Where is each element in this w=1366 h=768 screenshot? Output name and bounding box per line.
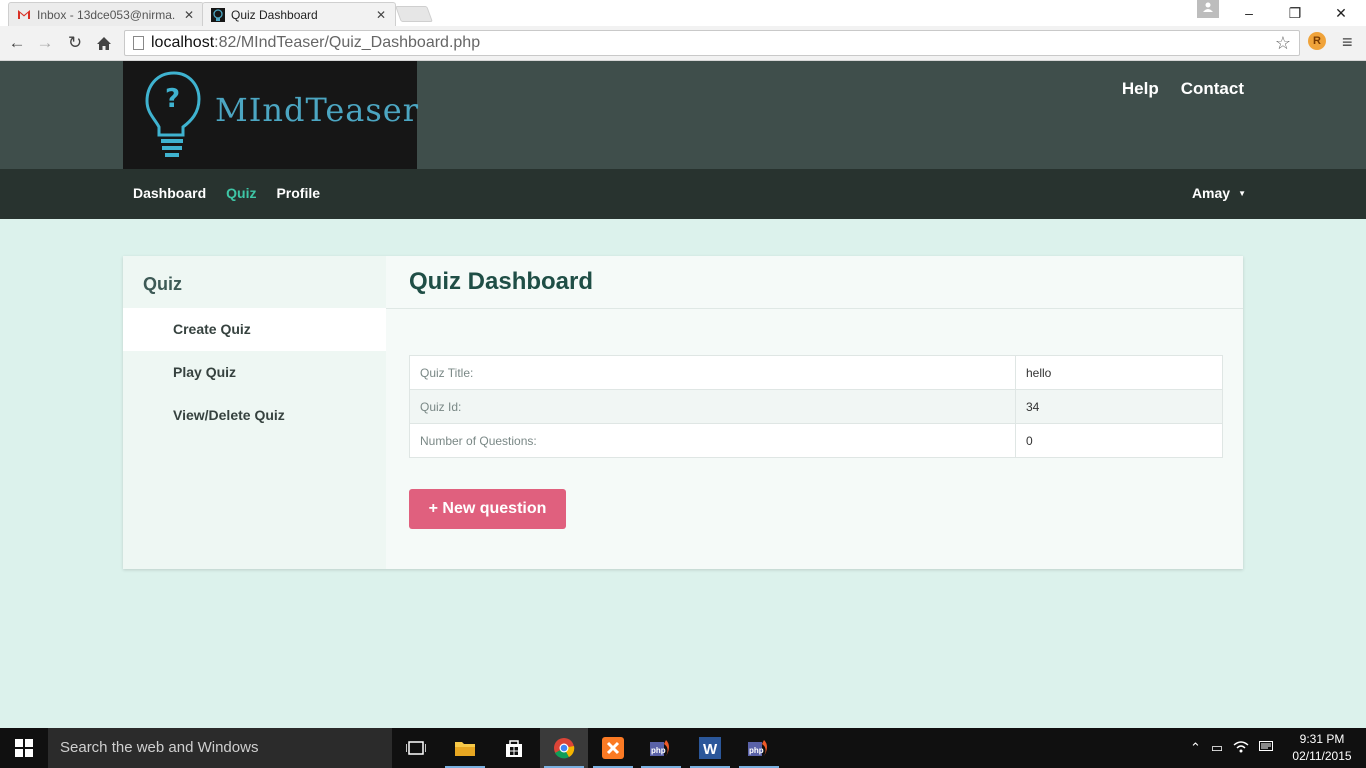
nav-quiz[interactable]: Quiz (226, 185, 256, 201)
phpstorm-icon[interactable]: php (637, 728, 685, 768)
question-count-value: 0 (1015, 423, 1223, 458)
mindteaser-favicon-icon (211, 7, 225, 22)
close-tab-icon[interactable]: ✕ (183, 8, 195, 22)
windows-logo-icon (15, 739, 33, 757)
user-menu[interactable]: Amay ▼ (1192, 185, 1246, 201)
tab-quiz-dashboard[interactable]: Quiz Dashboard ✕ (202, 2, 396, 26)
sidebar-item-create-quiz[interactable]: Create Quiz (123, 308, 386, 351)
quiz-id-value: 34 (1015, 389, 1223, 424)
site-nav: Dashboard Quiz Profile Amay ▼ (0, 169, 1366, 219)
sidebar-item-play-quiz[interactable]: Play Quiz (123, 351, 386, 394)
tab-gmail-inbox[interactable]: Inbox - 13dce053@nirma. ✕ (8, 2, 204, 26)
file-explorer-icon[interactable] (441, 728, 489, 768)
address-bar[interactable]: localhost:82/MIndTeaser/Quiz_Dashboard.p… (124, 30, 1300, 56)
quiz-title-value: hello (1015, 355, 1223, 390)
page-icon (133, 36, 144, 50)
clock-date: 02/11/2015 (1292, 749, 1352, 763)
start-button[interactable] (0, 728, 48, 768)
restore-icon[interactable]: ❐ (1272, 0, 1318, 26)
url-path: :82/MIndTeaser/Quiz_Dashboard.php (214, 34, 481, 51)
svg-text:php: php (651, 746, 666, 755)
reload-icon[interactable]: ↻ (64, 32, 86, 54)
back-icon[interactable]: ← (6, 32, 28, 54)
site-header: ? MIndTeaser Help Contact (0, 61, 1366, 169)
help-link[interactable]: Help (1122, 79, 1159, 99)
word-icon[interactable]: W (686, 728, 734, 768)
question-count-label: Number of Questions: (409, 423, 1016, 458)
quiz-sidebar: Quiz Create Quiz Play Quiz View/Delete Q… (123, 256, 386, 569)
chrome-icon[interactable] (540, 728, 588, 768)
nav-dashboard[interactable]: Dashboard (133, 185, 206, 201)
system-tray: ⌃ ▭ (1190, 728, 1274, 768)
quiz-content: Quiz Dashboard Quiz Title: hello Quiz Id… (386, 256, 1243, 569)
svg-text:?: ? (165, 84, 180, 114)
quiz-card: Quiz Create Quiz Play Quiz View/Delete Q… (123, 256, 1243, 569)
site-logo[interactable]: ? MIndTeaser (123, 61, 420, 169)
chevron-up-icon[interactable]: ⌃ (1190, 740, 1201, 756)
windows-taskbar: Search the web and Windows php W php ⌃ ▭… (0, 728, 1366, 768)
chrome-menu-icon[interactable]: ≡ (1342, 32, 1353, 53)
extension-icon[interactable]: R (1308, 32, 1326, 50)
browser-tab-strip: Inbox - 13dce053@nirma. ✕ Quiz Dashboard… (0, 0, 1366, 26)
svg-text:php: php (749, 746, 764, 755)
clock-time: 9:31 PM (1299, 732, 1345, 746)
nav-profile[interactable]: Profile (276, 185, 320, 201)
gmail-icon (17, 8, 31, 22)
taskbar-search-input[interactable]: Search the web and Windows (48, 728, 392, 768)
new-tab-button[interactable] (395, 6, 433, 22)
user-name: Amay (1191, 185, 1231, 201)
notification-icon[interactable] (1259, 740, 1274, 756)
minimize-icon[interactable]: – (1226, 0, 1272, 26)
sidebar-item-view-delete-quiz[interactable]: View/Delete Quiz (123, 394, 386, 437)
lightbulb-head-icon: ? (145, 71, 201, 157)
store-icon[interactable] (490, 728, 538, 768)
sidebar-title: Quiz (143, 274, 182, 294)
taskbar-clock[interactable]: 9:31 PM 02/11/2015 (1286, 731, 1358, 765)
logo-text: MIndTeaser (215, 91, 420, 129)
top-links: Help Contact (1122, 79, 1244, 99)
battery-icon[interactable]: ▭ (1211, 740, 1223, 756)
wifi-icon[interactable] (1233, 740, 1249, 756)
profile-icon[interactable] (1197, 0, 1219, 18)
tab-title: Quiz Dashboard (231, 7, 318, 22)
bookmark-star-icon[interactable]: ☆ (1275, 33, 1291, 54)
phpstorm-icon[interactable]: php (735, 728, 783, 768)
browser-toolbar: ← → ↻ localhost:82/MIndTeaser/Quiz_Dashb… (0, 26, 1366, 61)
page-title: Quiz Dashboard (409, 268, 594, 295)
table-row: Quiz Id: 34 (409, 389, 1223, 424)
url-host: localhost (151, 34, 215, 51)
content-header: Quiz Dashboard (386, 256, 1243, 309)
home-icon[interactable] (93, 32, 115, 54)
close-window-icon[interactable]: ✕ (1318, 0, 1364, 26)
table-row: Quiz Title: hello (409, 355, 1223, 390)
table-row: Number of Questions: 0 (409, 423, 1223, 458)
xampp-icon[interactable] (589, 728, 637, 768)
close-tab-icon[interactable]: ✕ (375, 8, 387, 22)
task-view-icon[interactable] (392, 728, 440, 768)
new-question-button[interactable]: + New question (409, 489, 566, 529)
quiz-id-label: Quiz Id: (409, 389, 1016, 424)
tab-title: Inbox - 13dce053@nirma. (37, 7, 176, 22)
quiz-info-table: Quiz Title: hello Quiz Id: 34 Number of … (409, 355, 1223, 458)
quiz-title-label: Quiz Title: (409, 355, 1016, 390)
forward-icon[interactable]: → (34, 32, 56, 54)
contact-link[interactable]: Contact (1181, 79, 1244, 99)
svg-text:W: W (703, 741, 718, 758)
caret-down-icon: ▼ (1238, 188, 1246, 198)
